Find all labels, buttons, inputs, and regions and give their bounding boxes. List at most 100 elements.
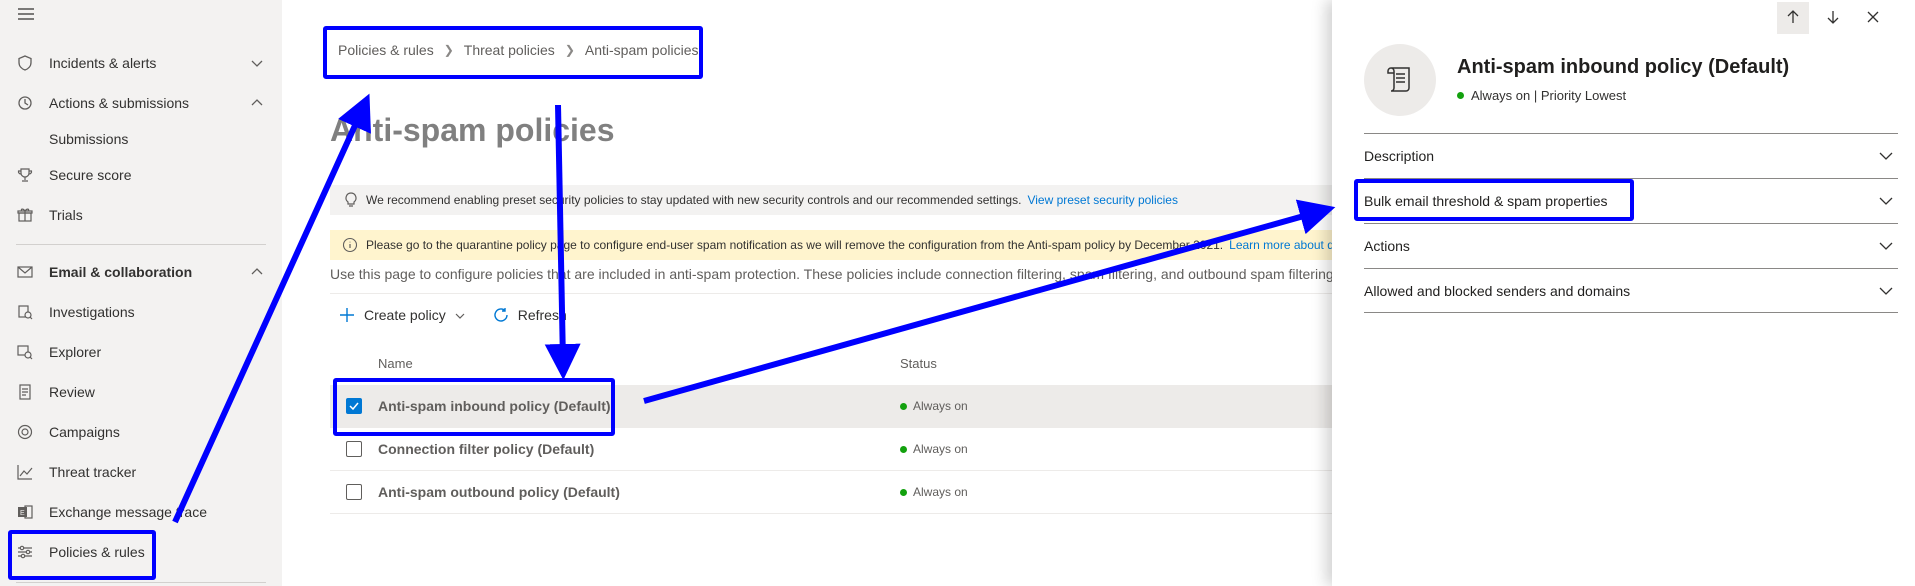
next-item-button[interactable] [1817,2,1849,34]
target-icon [16,423,34,441]
status-cell: Always on [900,442,968,456]
status-dot-icon [1457,92,1464,99]
nav-submissions[interactable]: Submissions [49,131,128,147]
create-policy-label: Create policy [364,307,446,323]
nav-label: Email & collaboration [49,264,193,280]
nav-review[interactable]: Review [0,375,282,409]
row-checkbox[interactable] [346,398,362,414]
arrow-down-icon [1825,9,1841,28]
nav-threat-tracker[interactable]: Threat tracker [0,455,282,489]
nav-label: Campaigns [49,424,120,440]
nav-policies-rules[interactable]: Policies & rules [0,535,282,569]
status-dot-icon [900,488,907,496]
breadcrumb-anti-spam-policies: Anti-spam policies [584,42,699,58]
command-bar: Create policy Refresh [338,306,567,324]
mail-icon [16,263,34,281]
column-header-name[interactable]: Name [378,356,413,371]
chevron-down-icon [454,309,466,321]
chevron-up-icon[interactable] [250,96,264,110]
policy-name[interactable]: Anti-spam outbound policy (Default) [378,484,620,500]
trophy-icon [16,166,34,184]
explorer-icon [16,343,34,361]
warning-message-bar: Please go to the quarantine policy page … [330,230,1340,260]
status-text: Always on [913,442,968,456]
sliders-icon [16,543,34,561]
view-preset-policies-link[interactable]: View preset security policies [1027,193,1178,207]
policy-avatar [1364,44,1436,116]
panel-subtitle-text: Always on | Priority Lowest [1471,88,1627,103]
arrow-up-icon [1785,9,1801,28]
status-dot-icon [900,445,907,453]
table-row[interactable]: Anti-spam outbound policy (Default) Alwa… [330,471,1340,514]
close-panel-button[interactable] [1857,2,1889,34]
column-header-status[interactable]: Status [900,356,937,371]
actions-icon [16,94,34,112]
refresh-icon [492,306,510,324]
warning-message-text: Please go to the quarantine policy page … [366,238,1224,252]
nav-label: Policies & rules [49,544,145,560]
nav-actions-submissions[interactable]: Actions & submissions [0,86,282,120]
exchange-icon: E [16,503,34,521]
nav-label: Explorer [49,344,102,360]
section-label: Description [1364,148,1435,164]
nav-label: Threat tracker [49,464,137,480]
refresh-button[interactable]: Refresh [492,306,567,324]
table-row[interactable]: Anti-spam inbound policy (Default) Alway… [330,385,1340,428]
nav-exchange-message-trace[interactable]: E Exchange message trace [0,495,282,529]
panel-title: Anti-spam inbound policy (Default) [1457,56,1790,78]
nav-label: Incidents & alerts [49,55,157,71]
chevron-down-icon [1878,193,1894,209]
review-icon [16,383,34,401]
nav-incidents-alerts[interactable]: Incidents & alerts [0,46,282,80]
section-allowed-blocked-senders[interactable]: Allowed and blocked senders and domains [1364,268,1898,313]
nav-investigations[interactable]: Investigations [0,295,282,329]
status-dot-icon [900,402,907,410]
info-message-bar: We recommend enabling preset security po… [330,185,1340,215]
nav-trials[interactable]: Trials [0,198,282,232]
nav-label: Review [49,384,95,400]
close-icon [1865,9,1881,28]
nav-explorer[interactable]: Explorer [0,335,282,369]
shield-icon [16,54,34,72]
section-description[interactable]: Description [1364,133,1898,178]
info-message-text: We recommend enabling preset security po… [366,193,1022,207]
breadcrumb-policies-rules[interactable]: Policies & rules [338,42,434,58]
info-circle-icon [342,237,358,253]
left-navigation: Incidents & alerts Actions & submissions… [0,0,282,586]
section-actions[interactable]: Actions [1364,223,1898,268]
gift-icon [16,206,34,224]
nav-secure-score[interactable]: Secure score [0,158,282,192]
row-checkbox[interactable] [346,484,362,500]
section-label: Bulk email threshold & spam properties [1364,193,1608,209]
nav-email-collaboration[interactable]: Email & collaboration [0,255,282,289]
nav-label: Exchange message trace [49,504,207,520]
panel-subtitle: Always on | Priority Lowest [1457,88,1626,103]
section-bulk-email-threshold[interactable]: Bulk email threshold & spam properties [1364,178,1898,223]
chevron-down-icon[interactable] [250,56,264,70]
policy-name[interactable]: Connection filter policy (Default) [378,441,594,457]
svg-text:E: E [20,510,25,517]
investigation-icon [16,303,34,321]
chart-icon [16,463,34,481]
nav-campaigns[interactable]: Campaigns [0,415,282,449]
breadcrumb-threat-policies[interactable]: Threat policies [464,42,555,58]
row-checkbox[interactable] [346,441,362,457]
chevron-up-icon[interactable] [250,265,264,279]
status-text: Always on [913,485,968,499]
nav-label: Investigations [49,304,135,320]
learn-more-link[interactable]: Learn more about q [1229,238,1334,252]
nav-label: Secure score [49,167,132,183]
nav-divider [16,582,266,583]
policy-name[interactable]: Anti-spam inbound policy (Default) [378,398,611,414]
hamburger-menu-icon[interactable] [16,4,36,24]
create-policy-button[interactable]: Create policy [338,306,466,324]
breadcrumb: Policies & rules ❯ Threat policies ❯ Ant… [338,42,698,58]
chevron-right-icon: ❯ [564,43,575,57]
page-title: Anti-spam policies [330,112,615,148]
table-row[interactable]: Connection filter policy (Default) Alway… [330,428,1340,471]
status-text: Always on [913,399,968,413]
previous-item-button[interactable] [1777,2,1809,34]
nav-label: Actions & submissions [49,95,190,111]
nav-divider [16,244,266,245]
plus-icon [338,306,356,324]
